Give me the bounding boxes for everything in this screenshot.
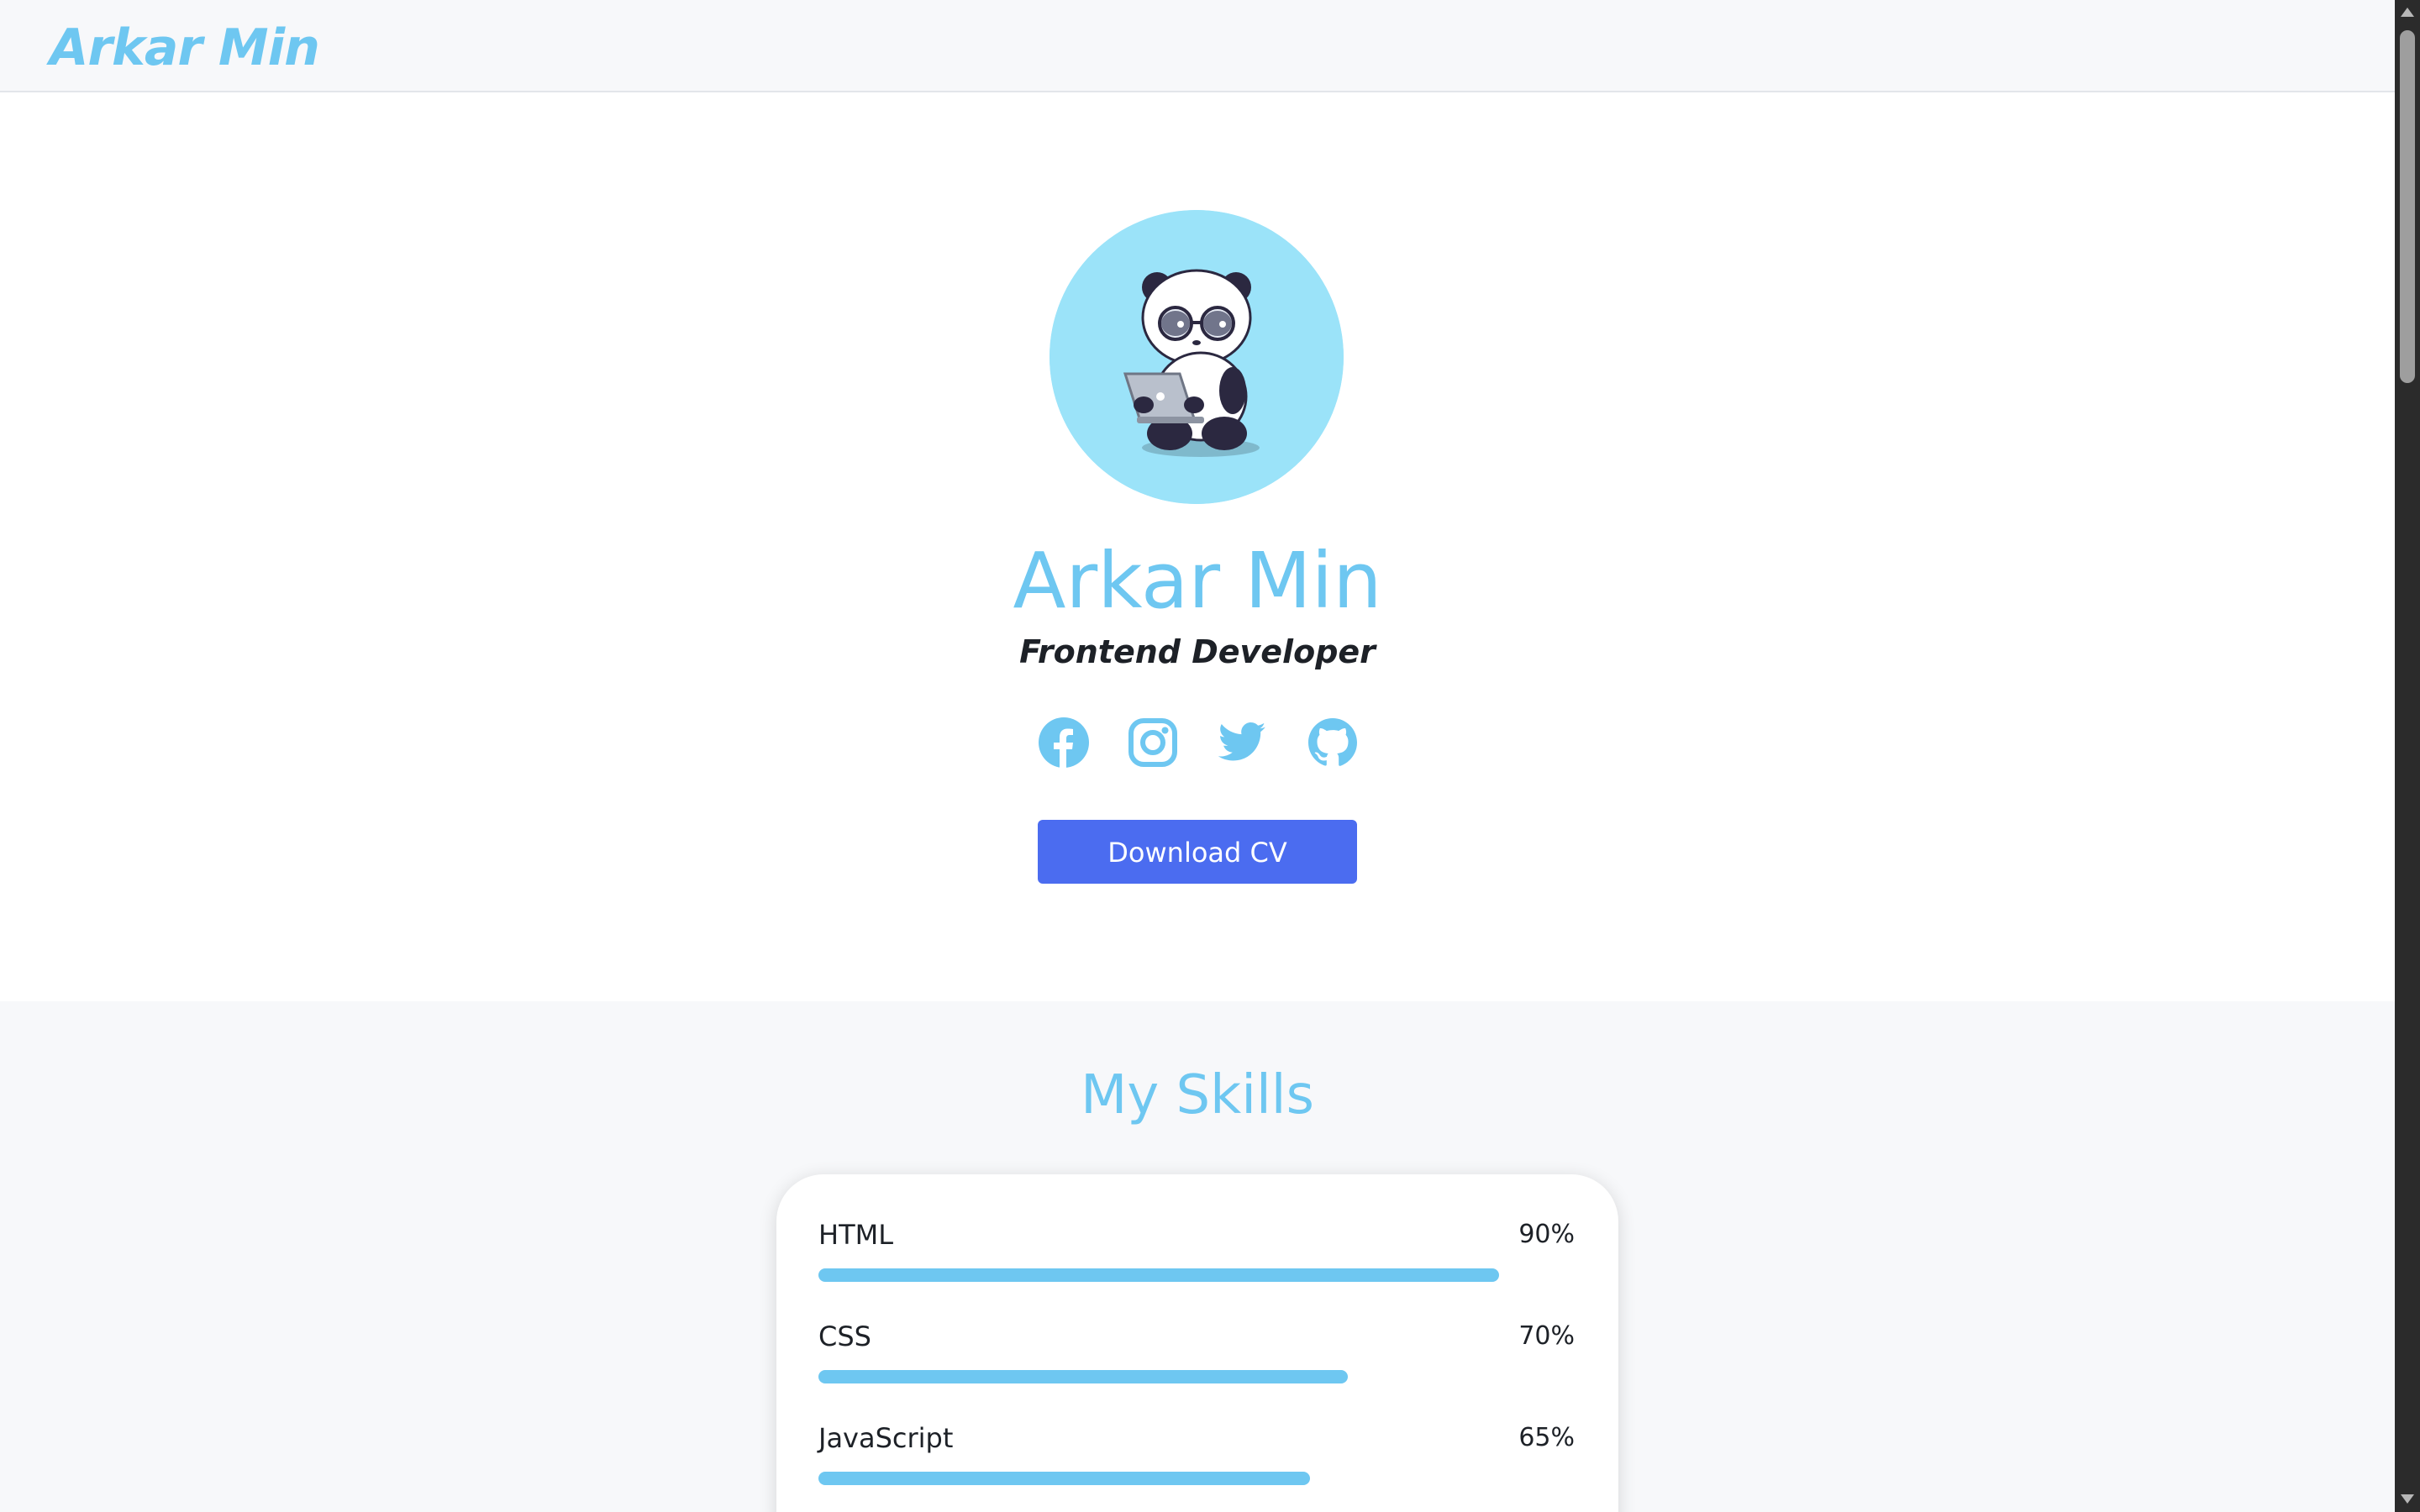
skill-progress-fill [818, 1370, 1348, 1383]
github-icon [1308, 718, 1357, 766]
skill-progress-track [818, 1472, 1575, 1485]
site-header: Arkar Min [0, 0, 2395, 92]
scrollbar-thumb[interactable] [2400, 30, 2415, 383]
skills-card: HTML 90% CSS 70% JavaScript 65% [776, 1174, 1618, 1512]
instagram-icon [1128, 718, 1177, 767]
skill-progress-fill [818, 1472, 1310, 1485]
instagram-link[interactable] [1126, 716, 1180, 769]
scroll-down-arrow-icon[interactable] [2395, 1487, 2420, 1512]
hero-role: Frontend Developer [1019, 633, 1376, 670]
facebook-link[interactable] [1037, 716, 1091, 769]
skill-percent: 70% [1518, 1321, 1575, 1351]
skill-progress-fill [818, 1268, 1499, 1282]
twitter-link[interactable] [1215, 716, 1269, 769]
skill-name: CSS [818, 1320, 871, 1352]
skill-item-css: CSS 70% [818, 1318, 1575, 1402]
portfolio-page: Arkar Min Arkar Min Frontend Developer D… [0, 0, 2395, 1512]
skill-name: JavaScript [818, 1422, 954, 1454]
social-links [1034, 716, 1361, 769]
skill-item-javascript: JavaScript 65% [818, 1420, 1575, 1504]
skill-item-html: HTML 90% [818, 1216, 1575, 1300]
profile-avatar [1050, 210, 1344, 504]
skill-progress-track [818, 1268, 1575, 1282]
panda-with-laptop-avatar-icon [1050, 210, 1344, 504]
twitter-icon [1218, 722, 1265, 761]
vertical-scrollbar[interactable] [2395, 0, 2420, 1512]
github-link[interactable] [1306, 716, 1360, 769]
skills-section: My Skills HTML 90% CSS 70% JavaScript 65… [0, 1001, 2395, 1512]
skill-percent: 65% [1518, 1423, 1575, 1452]
facebook-icon [1039, 717, 1089, 768]
download-cv-button[interactable]: Download CV [1038, 820, 1357, 884]
skill-progress-track [818, 1370, 1575, 1383]
skill-name: HTML [818, 1219, 894, 1251]
hero-name: Arkar Min [1013, 536, 1382, 626]
scroll-up-arrow-icon[interactable] [2395, 0, 2420, 25]
brand-logo-text[interactable]: Arkar Min [50, 14, 320, 81]
skills-title: My Skills [1081, 1064, 1314, 1126]
skill-percent: 90% [1518, 1220, 1575, 1249]
hero-section: Arkar Min Frontend Developer Download CV [0, 92, 2395, 1001]
browser-viewport: Arkar Min Arkar Min Frontend Developer D… [0, 0, 2420, 1512]
